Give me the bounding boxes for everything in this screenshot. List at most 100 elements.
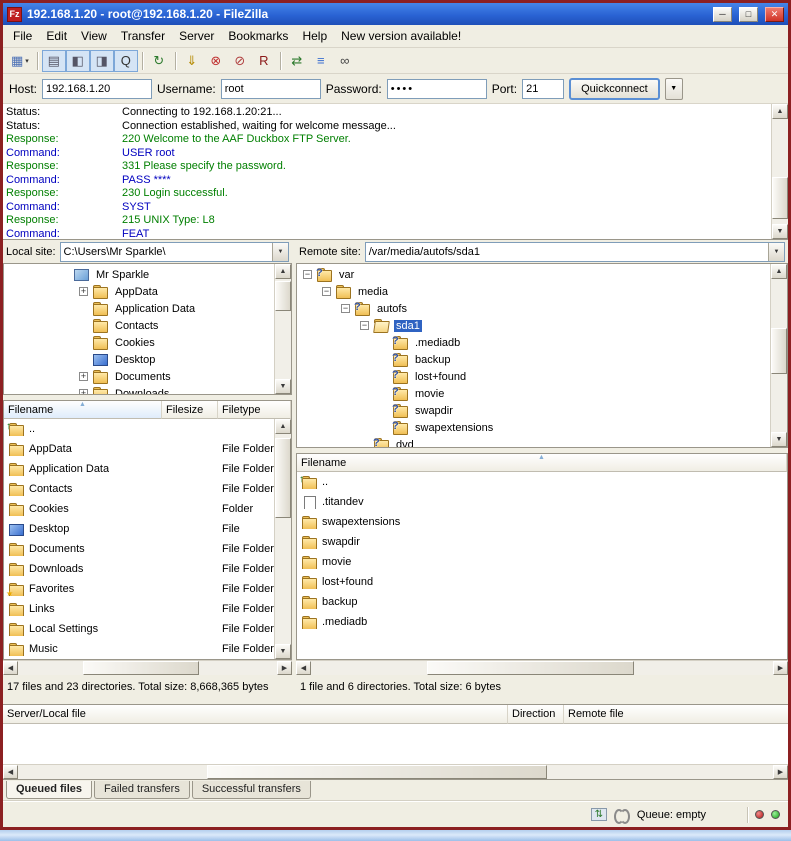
- scroll-down-button[interactable]: ▼: [275, 644, 291, 659]
- reconnect-button[interactable]: R: [252, 50, 276, 72]
- scroll-thumb[interactable]: [275, 438, 291, 518]
- tree-item-autofs[interactable]: −?autofs: [297, 300, 767, 317]
- queue-hscrollbar[interactable]: ◀▶: [3, 764, 788, 779]
- scroll-down-button[interactable]: ▼: [771, 432, 787, 447]
- quickconnect-dropdown-button[interactable]: ▼: [665, 78, 683, 100]
- tree-item-mr-sparkle[interactable]: Mr Sparkle: [4, 266, 271, 283]
- toggle-log-button[interactable]: ▤: [42, 50, 66, 72]
- cancel-button[interactable]: ⊗: [204, 50, 228, 72]
- scroll-track[interactable]: [311, 661, 773, 675]
- tree-item-desktop[interactable]: Desktop: [4, 351, 271, 368]
- close-button[interactable]: ✕: [765, 7, 784, 22]
- remote-site-combo[interactable]: /var/media/autofs/sda1 ▼: [365, 242, 785, 262]
- expand-icon[interactable]: +: [79, 389, 88, 395]
- maximize-button[interactable]: □: [739, 7, 758, 22]
- collapse-icon[interactable]: −: [360, 321, 369, 330]
- speed-limit-icon[interactable]: ⇅: [591, 808, 607, 821]
- menu-item-view[interactable]: View: [74, 26, 114, 46]
- column-header-filename[interactable]: ▲ Filename: [4, 401, 162, 419]
- scroll-track[interactable]: [18, 661, 277, 675]
- refresh-button[interactable]: ↻: [147, 50, 171, 72]
- column-header-filetype[interactable]: Filetype: [218, 401, 291, 419]
- sync-browsing-button[interactable]: ⇄: [285, 50, 309, 72]
- column-header-filesize[interactable]: Filesize: [162, 401, 218, 419]
- collapse-icon[interactable]: −: [322, 287, 331, 296]
- file-row-documents[interactable]: DocumentsFile Folder: [4, 539, 274, 559]
- file-row-movie[interactable]: movie: [297, 552, 787, 572]
- process-queue-button[interactable]: ⇓: [180, 50, 204, 72]
- file-row-music[interactable]: MusicFile Folder: [4, 639, 274, 659]
- tree-item-media[interactable]: −media: [297, 283, 767, 300]
- tree-item-mediadb[interactable]: ?.mediadb: [297, 334, 767, 351]
- file-row-up[interactable]: ↑..: [4, 419, 274, 439]
- tree-item-documents[interactable]: +Documents: [4, 368, 271, 385]
- local-list-hscrollbar[interactable]: ◀▶: [3, 660, 292, 675]
- scroll-left-button[interactable]: ◀: [3, 661, 18, 675]
- port-input[interactable]: [522, 79, 564, 99]
- toggle-queue-button[interactable]: Q: [114, 50, 138, 72]
- menu-item-transfer[interactable]: Transfer: [114, 26, 172, 46]
- file-row-up[interactable]: ↑..: [297, 472, 787, 492]
- site-manager-button[interactable]: ▦▾: [7, 50, 33, 72]
- file-row-swapextensions[interactable]: swapextensions: [297, 512, 787, 532]
- tree-item-downloads[interactable]: +Downloads: [4, 385, 271, 395]
- file-row-appdata[interactable]: AppDataFile Folder: [4, 439, 274, 459]
- scroll-thumb[interactable]: [83, 661, 200, 675]
- scroll-up-button[interactable]: ▲: [275, 264, 291, 279]
- scroll-thumb[interactable]: [772, 177, 788, 219]
- toggle-local-tree-button[interactable]: ◧: [66, 50, 90, 72]
- file-row-favorites[interactable]: ★FavoritesFile Folder: [4, 579, 274, 599]
- remote-list-hscrollbar[interactable]: ◀▶: [296, 660, 788, 675]
- directory-comparison-button[interactable]: ≡: [309, 50, 333, 72]
- file-row-desktop[interactable]: DesktopFile: [4, 519, 274, 539]
- scroll-left-button[interactable]: ◀: [296, 661, 311, 675]
- scroll-thumb[interactable]: [207, 765, 547, 779]
- expand-icon[interactable]: +: [79, 287, 88, 296]
- tree-item-swapextensions[interactable]: ?swapextensions: [297, 419, 767, 436]
- tree-item-backup[interactable]: ?backup: [297, 351, 767, 368]
- disconnect-button[interactable]: ⊘: [228, 50, 252, 72]
- scroll-track[interactable]: [772, 119, 788, 224]
- tree-item-movie[interactable]: ?movie: [297, 385, 767, 402]
- username-input[interactable]: [221, 79, 321, 99]
- tab-queued-files[interactable]: Queued files: [6, 781, 92, 799]
- column-header-filename[interactable]: ▲ Filename: [297, 454, 787, 472]
- directory-listing-icon[interactable]: [614, 809, 630, 821]
- local-site-combo[interactable]: C:\Users\Mr Sparkle\ ▼: [60, 242, 289, 262]
- local-list-scrollbar[interactable]: ▲▼: [274, 419, 291, 659]
- tree-item-lost-found[interactable]: ?lost+found: [297, 368, 767, 385]
- tree-item-application-data[interactable]: Application Data: [4, 300, 271, 317]
- tree-item-cookies[interactable]: Cookies: [4, 334, 271, 351]
- tab-failed-transfers[interactable]: Failed transfers: [94, 781, 190, 799]
- remote-tree-scrollbar[interactable]: ▲▼: [770, 264, 787, 447]
- file-row-downloads[interactable]: DownloadsFile Folder: [4, 559, 274, 579]
- scroll-up-button[interactable]: ▲: [275, 419, 291, 434]
- menu-item-new-version-available[interactable]: New version available!: [334, 26, 468, 46]
- column-header-remote-file[interactable]: Remote file: [564, 705, 788, 724]
- scroll-left-button[interactable]: ◀: [3, 765, 18, 779]
- menu-item-server[interactable]: Server: [172, 26, 221, 46]
- quickconnect-button[interactable]: Quickconnect: [569, 78, 660, 100]
- local-tree-scrollbar[interactable]: ▲▼: [274, 264, 291, 394]
- scroll-track[interactable]: [275, 434, 291, 644]
- scroll-right-button[interactable]: ▶: [773, 765, 788, 779]
- scroll-track[interactable]: [771, 279, 787, 432]
- tree-item-var[interactable]: −?var: [297, 266, 767, 283]
- tree-item-sda1[interactable]: −sda1: [297, 317, 767, 334]
- menu-item-help[interactable]: Help: [295, 26, 334, 46]
- tree-item-dvd[interactable]: ?dvd: [297, 436, 767, 448]
- scroll-down-button[interactable]: ▼: [275, 379, 291, 394]
- scroll-down-button[interactable]: ▼: [772, 224, 788, 239]
- scroll-up-button[interactable]: ▲: [772, 104, 788, 119]
- expand-icon[interactable]: +: [79, 372, 88, 381]
- file-row-local-settings[interactable]: Local SettingsFile Folder: [4, 619, 274, 639]
- chevron-down-icon[interactable]: ▼: [768, 243, 784, 261]
- scroll-track[interactable]: [18, 765, 773, 779]
- file-row-cookies[interactable]: CookiesFolder: [4, 499, 274, 519]
- tree-item-appdata[interactable]: +AppData: [4, 283, 271, 300]
- scroll-thumb[interactable]: [275, 281, 291, 311]
- file-row-swapdir[interactable]: swapdir: [297, 532, 787, 552]
- collapse-icon[interactable]: −: [341, 304, 350, 313]
- column-header-server-local-file[interactable]: Server/Local file: [3, 705, 508, 724]
- log-scrollbar[interactable]: ▲▼: [771, 104, 788, 239]
